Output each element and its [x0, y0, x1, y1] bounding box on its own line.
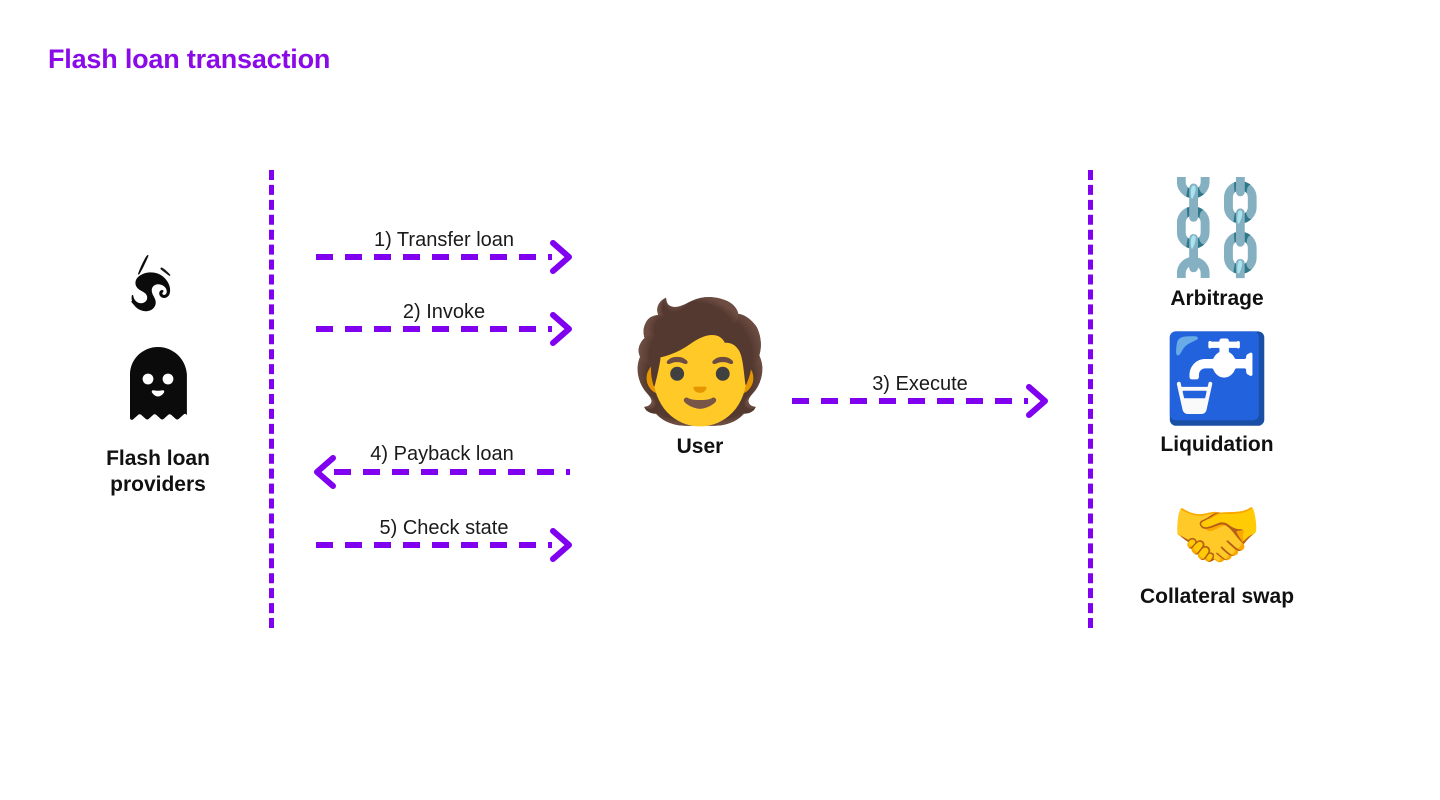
lifeline-flash-loan-providers	[269, 170, 274, 628]
actor-label-flash-loan-providers: Flash loan providers	[106, 447, 210, 496]
actor-label-collateral-swap: Collateral swap	[1139, 585, 1295, 608]
page-title: Flash loan transaction	[48, 44, 331, 74]
message-execute: 3) Execute	[792, 373, 1048, 418]
actor-flash-loan-providers: Flash loan providers	[58, 250, 258, 497]
actor-label-user: User	[676, 435, 724, 458]
message-transfer-loan: 1) Transfer loan	[316, 229, 572, 274]
diagram-canvas: Flash loan transaction Flash loan provid…	[0, 0, 1440, 800]
person-emoji: 🧑	[626, 292, 774, 430]
actor-label-arbitrage: Arbitrage	[1170, 287, 1264, 310]
actor-user: 🧑 User	[600, 302, 800, 460]
actor-arbitrage: ⛓️ Arbitrage	[1117, 182, 1317, 312]
handshake-emoji: 🤝	[1170, 492, 1264, 578]
potable-water-emoji: 🚰	[1163, 329, 1271, 429]
actor-collateral-swap: 🤝 Collateral swap	[1117, 498, 1317, 610]
chains-emoji: ⛓️	[1159, 174, 1275, 281]
lifeline-protocols	[1088, 170, 1093, 628]
uniswap-unicorn-logo	[58, 250, 258, 328]
message-check-state: 5) Check state	[316, 517, 572, 562]
message-payback-loan: 4) Payback loan	[314, 443, 570, 489]
actor-liquidation: 🚰 Liquidation	[1117, 336, 1317, 458]
message-invoke: 2) Invoke	[316, 301, 572, 346]
aave-ghost-logo	[58, 346, 258, 422]
actor-label-liquidation: Liquidation	[1160, 433, 1274, 456]
